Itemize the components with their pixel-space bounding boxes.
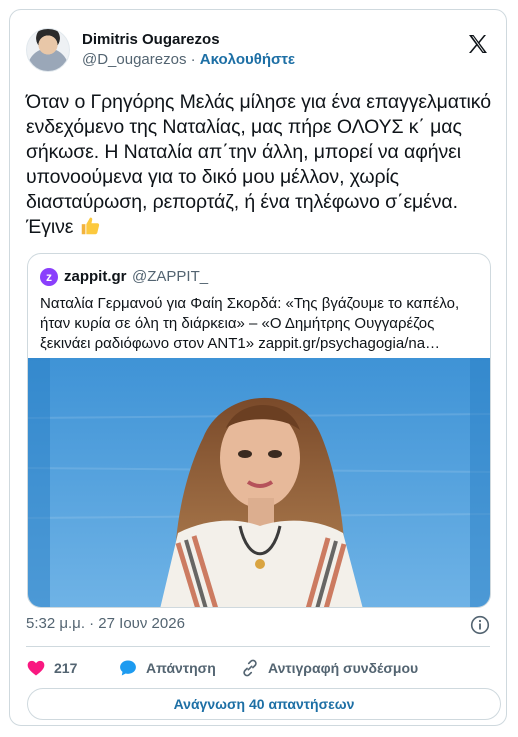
x-logo-icon[interactable]	[466, 32, 490, 56]
read-replies-button[interactable]: Ανάγνωση 40 απαντήσεων	[27, 688, 501, 720]
copy-link-label: Αντιγραφή συνδέσμου	[268, 660, 419, 676]
tweet-header: Dimitris Ougarezos @D_ougarezos · Ακολου…	[26, 24, 490, 72]
author-handle[interactable]: @D_ougarezos	[82, 51, 186, 68]
like-button[interactable]: 217	[26, 658, 77, 678]
info-icon[interactable]	[470, 615, 490, 635]
reply-label: Απάντηση	[146, 660, 216, 676]
copy-link-button[interactable]: Αντιγραφή συνδέσμου	[240, 658, 418, 678]
link-icon	[243, 659, 257, 677]
author-names: Dimitris Ougarezos @D_ougarezos · Ακολου…	[82, 30, 295, 70]
quoted-author-name: zappit.gr	[64, 268, 127, 285]
quoted-tweet-image[interactable]	[28, 358, 491, 608]
divider	[26, 646, 490, 647]
heart-icon	[27, 660, 45, 676]
tweet-actions: 217 Απάντηση Αντιγραφή συνδέσμου	[26, 658, 490, 680]
embedded-tweet-card: Dimitris Ougarezos @D_ougarezos · Ακολου…	[9, 9, 507, 726]
separator-dot: ·	[190, 51, 196, 68]
zappit-logo-icon: z	[40, 268, 58, 286]
quoted-author-handle: @ZAPPIT_	[132, 268, 209, 285]
quoted-tweet-text: Ναταλία Γερμανού για Φαίη Σκορδά: «Της β…	[40, 295, 460, 352]
quoted-tweet[interactable]: z zappit.gr @ZAPPIT_ Ναταλία Γερμανού γι…	[27, 253, 491, 608]
like-count: 217	[54, 660, 78, 676]
tweet-meta: 5:32 μ.μ. · 27 Ιουν 2026	[26, 615, 490, 635]
tweet-timestamp[interactable]: 5:32 μ.μ. · 27 Ιουν 2026	[26, 615, 185, 632]
tweet-text: Όταν ο Γρηγόρης Μελάς μίλησε για ένα επα…	[26, 90, 494, 240]
thumbs-up-icon	[81, 217, 99, 235]
follow-link[interactable]: Ακολουθήστε	[200, 51, 295, 68]
reply-button[interactable]: Απάντηση	[118, 658, 216, 678]
avatar[interactable]	[26, 28, 70, 72]
reply-bubble-icon	[120, 660, 136, 676]
author-display-name[interactable]: Dimitris Ougarezos	[82, 30, 295, 50]
author-handle-row: @D_ougarezos · Ακολουθήστε	[82, 50, 295, 70]
